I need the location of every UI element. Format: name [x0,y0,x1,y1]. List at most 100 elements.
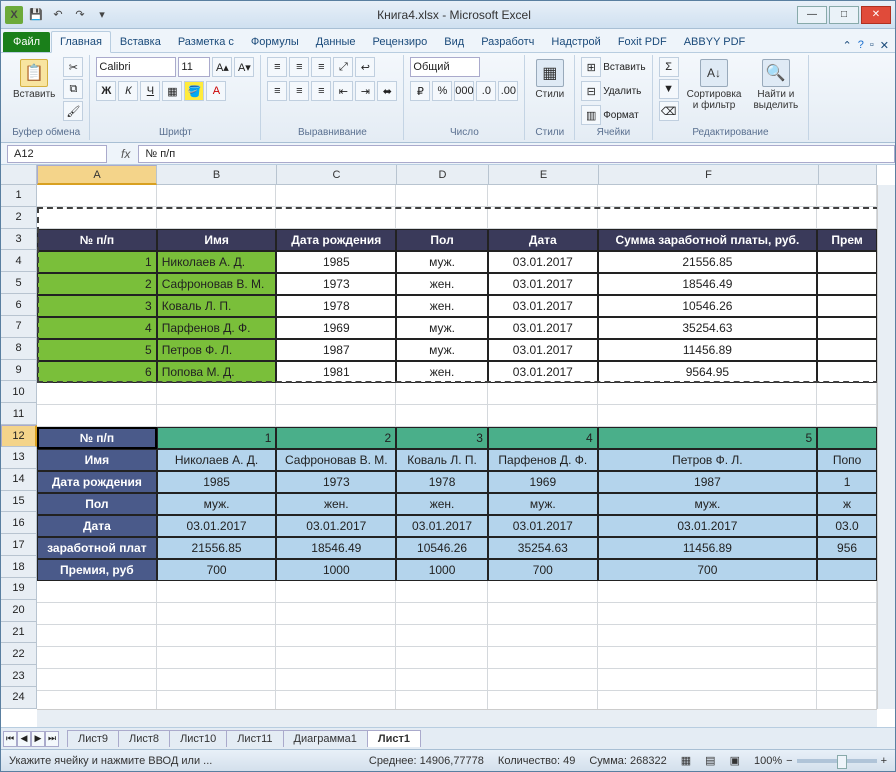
cell[interactable]: 03.0 [817,515,877,537]
merge-cells-icon[interactable]: ⬌ [377,81,397,101]
cell[interactable] [157,603,277,625]
vertical-scrollbar[interactable] [877,185,895,709]
view-normal-icon[interactable]: ▦ [681,754,691,767]
sheet-tab[interactable]: Лист9 [67,730,119,747]
cell[interactable]: Николаев А. Д. [157,449,277,471]
column-header-B[interactable]: B [157,165,277,185]
find-select-button[interactable]: 🔍 Найти и выделить [749,57,802,113]
cell[interactable]: жен. [396,295,488,317]
cell[interactable]: 11456.89 [598,339,817,361]
row-header-3[interactable]: 3 [1,229,37,251]
cell[interactable]: 35254.63 [488,537,598,559]
cell[interactable] [396,383,488,405]
border-icon[interactable]: ▦ [162,81,182,101]
cell[interactable] [488,405,598,427]
cell[interactable] [488,647,598,669]
cell[interactable]: 1981 [276,361,396,383]
cell[interactable] [817,669,877,691]
cell[interactable]: Дата [37,515,157,537]
cell[interactable] [488,691,598,709]
copy-icon[interactable]: ⧉ [63,79,83,99]
maximize-button[interactable]: □ [829,6,859,24]
row-header-11[interactable]: 11 [1,403,37,425]
cell[interactable]: Прем [817,229,877,251]
row-header-9[interactable]: 9 [1,360,37,382]
increase-decimal-icon[interactable]: .0 [476,81,496,101]
view-pagelayout-icon[interactable]: ▤ [705,754,715,767]
cell[interactable] [276,207,396,229]
cell[interactable]: муж. [396,339,488,361]
cell[interactable] [396,405,488,427]
spreadsheet-grid[interactable]: ABCDEF 123456789101112131415161718192021… [1,165,895,727]
sheet-tab[interactable]: Лист8 [118,730,170,747]
row-header-10[interactable]: 10 [1,381,37,403]
sheet-tab[interactable]: Диаграмма1 [283,730,368,747]
bold-button[interactable]: Ж [96,81,116,101]
cell[interactable]: ж [817,493,877,515]
fill-color-icon[interactable]: 🪣 [184,81,204,101]
cell[interactable]: 700 [157,559,277,581]
clear-icon[interactable]: ⌫ [659,101,679,121]
cell[interactable]: 1985 [276,251,396,273]
qat-dropdown-icon[interactable]: ▾ [93,6,111,24]
cell[interactable] [488,207,598,229]
cell[interactable]: Попова М. Д. [157,361,277,383]
row-header-8[interactable]: 8 [1,338,37,360]
cell[interactable]: 1973 [276,273,396,295]
row-header-2[interactable]: 2 [1,207,37,229]
align-right-icon[interactable]: ≡ [311,81,331,101]
cell[interactable] [817,207,877,229]
cell[interactable]: 1987 [598,471,817,493]
cell[interactable]: 03.01.2017 [488,515,598,537]
row-header-18[interactable]: 18 [1,556,37,578]
cell[interactable]: 700 [598,559,817,581]
cell[interactable] [157,207,277,229]
decrease-indent-icon[interactable]: ⇤ [333,81,353,101]
font-color-icon[interactable]: A [206,81,226,101]
row-header-19[interactable]: 19 [1,578,37,600]
redo-icon[interactable]: ↷ [71,6,89,24]
format-painter-icon[interactable]: 🖌 [63,101,83,121]
currency-icon[interactable]: ₽ [410,81,430,101]
cell[interactable] [817,647,877,669]
cell[interactable] [157,405,277,427]
cell[interactable]: Имя [157,229,277,251]
column-header-A[interactable]: A [37,165,157,185]
cell[interactable] [598,581,817,603]
cell[interactable]: 1 [817,471,877,493]
tab-view[interactable]: Вид [436,32,472,52]
cell[interactable]: 2 [276,427,396,449]
cell[interactable] [37,581,157,603]
cell[interactable]: 5 [37,339,157,361]
row-header-13[interactable]: 13 [1,447,37,469]
cell[interactable] [396,207,488,229]
help-icon[interactable]: ? [858,39,864,52]
cell[interactable]: 03.01.2017 [488,295,598,317]
column-header-C[interactable]: C [277,165,397,185]
cell[interactable] [817,273,877,295]
cell[interactable]: 03.01.2017 [598,515,817,537]
row-header-12[interactable]: 12 [1,425,37,447]
wrap-text-icon[interactable]: ↩ [355,57,375,77]
cell[interactable]: 10546.26 [598,295,817,317]
undo-icon[interactable]: ↶ [49,6,67,24]
italic-button[interactable]: К [118,81,138,101]
cell[interactable]: Премия, руб [37,559,157,581]
cell[interactable] [157,669,277,691]
sort-filter-button[interactable]: A↓ Сортировка и фильтр [683,57,746,113]
cell[interactable]: 1969 [488,471,598,493]
tab-developer[interactable]: Разработч [473,32,542,52]
close-button[interactable]: ✕ [861,6,891,24]
cell[interactable] [817,317,877,339]
cell[interactable]: 03.01.2017 [488,361,598,383]
row-header-21[interactable]: 21 [1,622,37,644]
cell[interactable] [37,647,157,669]
format-cells-icon[interactable]: ▥ [581,105,601,125]
zoom-control[interactable]: 100% − + [754,755,887,767]
formula-input[interactable]: № п/п [138,145,895,163]
cell[interactable]: № п/п [37,427,157,449]
fx-icon[interactable]: fx [121,147,130,161]
tab-addins[interactable]: Надстрой [543,32,608,52]
cell[interactable] [157,625,277,647]
cell[interactable]: 1978 [396,471,488,493]
